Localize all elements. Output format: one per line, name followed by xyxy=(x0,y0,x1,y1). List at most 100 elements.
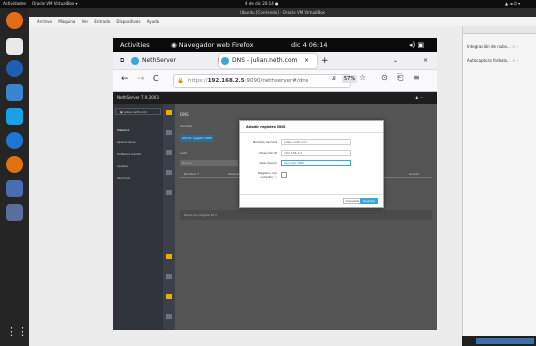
host-top-bar: Actividades Oracle VM VirtualBox ▾ 4 de … xyxy=(0,0,536,8)
sidebar-item-ajustes[interactable]: Ajustes xyxy=(113,164,163,168)
menu-ayuda[interactable]: Ayuda xyxy=(147,19,159,24)
vbox-menu-bar: Archivo Máquina Ver Entrada Dispositivos… xyxy=(29,17,536,26)
guest-top-bar: Activities ◉ Navegador web Firefox dic 4… xyxy=(113,38,437,52)
host-app-menu[interactable]: Oracle VM VirtualBox ▾ xyxy=(32,0,78,8)
host-dock: ⋮⋮ xyxy=(0,8,29,346)
ip-address-field[interactable]: 192.168.2.5 xyxy=(281,150,351,156)
close-window-icon[interactable]: × xyxy=(423,54,428,68)
user-menu-icon[interactable]: ♟ ··· xyxy=(415,92,424,104)
tab-nethserver[interactable]: NethServer × xyxy=(129,54,222,68)
network-icon[interactable] xyxy=(6,204,23,221)
page-title: DNS xyxy=(180,112,189,117)
software-icon[interactable] xyxy=(6,156,23,173)
dashboard-icon[interactable] xyxy=(166,110,172,115)
add-dns-record-button[interactable]: Añadir registro DNS xyxy=(180,135,214,142)
sidebar-item-software-center[interactable]: Software Center xyxy=(113,152,163,156)
guest-activities[interactable]: Activities xyxy=(120,38,150,52)
nethserver-icon-column xyxy=(163,104,175,330)
panel-item[interactable]: Autocaptura forbala... × › xyxy=(467,58,518,63)
panel-toolbar xyxy=(463,26,536,34)
divider xyxy=(240,132,383,133)
guest-clock[interactable]: dic 4 06:14 xyxy=(291,38,328,52)
hostname-field[interactable]: julian.neth.com xyxy=(281,139,351,145)
save-button[interactable]: Guardar xyxy=(360,198,379,204)
wildcard-label: Registro con comodín ⓘ xyxy=(258,171,277,179)
host-taskbar xyxy=(462,336,536,346)
firefox-tab-strip: ⧉ NethServer × DNS - julian.neth.com × +… xyxy=(113,52,437,70)
panel-item[interactable]: Integración de nubs... × › xyxy=(467,44,518,49)
vbox-title-bar: Ubuntu [Corriendo] - Oracle VM VirtualBo… xyxy=(29,8,536,17)
hamburger-menu-icon[interactable]: ≡ xyxy=(413,73,420,82)
firefox-small-icon: ◉ xyxy=(171,41,179,49)
menu-archivo[interactable]: Archivo xyxy=(37,19,52,24)
host-right-panel: Integración de nubs... × › Autocaptura f… xyxy=(462,26,536,346)
guest-tray[interactable]: ◂) ▣ xyxy=(409,38,424,52)
nethserver-favicon xyxy=(221,57,229,65)
settings-icon[interactable] xyxy=(166,314,172,319)
host-system-tray[interactable]: ▲ ◄ ⏻ ▾ xyxy=(505,0,520,8)
chevron-down-icon[interactable]: ⌄ xyxy=(393,54,398,68)
forward-icon[interactable]: → xyxy=(137,74,145,84)
backup-icon[interactable] xyxy=(166,274,172,279)
menu-ver[interactable]: Ver xyxy=(82,19,89,24)
back-icon[interactable]: ← xyxy=(121,74,129,84)
reload-icon[interactable]: C xyxy=(153,74,159,83)
close-icon[interactable]: × › xyxy=(512,58,518,63)
network-icon[interactable] xyxy=(166,150,172,155)
tab-dns[interactable]: DNS - julian.neth.com × xyxy=(219,54,317,68)
new-tab-button[interactable]: + xyxy=(319,54,329,68)
wildcard-checkbox[interactable] xyxy=(281,172,287,178)
lock-icon: 🔒 xyxy=(177,78,184,84)
chrome-icon[interactable] xyxy=(6,60,23,77)
extensions-icon[interactable]: ⎗ xyxy=(397,73,403,83)
divider xyxy=(240,194,383,195)
url-bar[interactable]: 🔒 https://192.168.2.5:9090/nethserver#/d… xyxy=(173,74,351,88)
menu-dispositivos[interactable]: Dispositivos xyxy=(116,19,140,24)
files-icon[interactable] xyxy=(6,38,23,55)
tab-close-icon[interactable]: × xyxy=(304,54,309,68)
host-clock[interactable]: 4 de dic 20:14 ● xyxy=(245,0,279,8)
nethserver-header: NethServer 7.9.2003 ♟ ··· xyxy=(113,92,437,104)
taskbar-status-icons[interactable] xyxy=(476,338,534,344)
table-pager[interactable]: Items por página 25 ▾ xyxy=(180,210,432,220)
app-grid-icon[interactable]: ⋮⋮ xyxy=(6,323,28,340)
hostname-label: Nombre de host xyxy=(252,140,277,144)
firefox-icon[interactable] xyxy=(6,12,23,29)
pocket-icon[interactable]: ⊙ xyxy=(381,73,388,82)
nethserver-sidebar: ▣ julian.neth.com Sistema Aplicaciones S… xyxy=(113,104,163,330)
users-icon[interactable] xyxy=(166,130,172,135)
close-icon[interactable]: × › xyxy=(512,44,518,49)
search-input[interactable]: Buscar xyxy=(180,160,238,166)
translate-icon[interactable]: Ꭿ xyxy=(332,76,336,82)
shield-icon[interactable] xyxy=(6,180,23,197)
description-field[interactable]: Servidor DNS xyxy=(281,160,351,166)
sidebar-item-sistema[interactable]: Sistema xyxy=(113,128,163,132)
menu-maquina[interactable]: Máquina xyxy=(58,19,75,24)
list-label: Lista xyxy=(180,151,188,155)
guest-app-menu[interactable]: ◉ Navegador web Firefox xyxy=(171,38,253,52)
host-selector[interactable]: ▣ julian.neth.com xyxy=(115,108,161,115)
certificates-icon[interactable] xyxy=(166,254,172,259)
zoom-badge[interactable]: 57% xyxy=(342,75,358,83)
col-name[interactable]: Nombre ↑ xyxy=(184,170,199,178)
menu-entrada[interactable]: Entrada xyxy=(94,19,110,24)
col-actions: Acción xyxy=(409,172,419,176)
storage-icon[interactable] xyxy=(166,190,172,195)
modal-title: Añadir registro DNS xyxy=(246,125,286,129)
section-label: Servidor xyxy=(180,124,193,128)
info-icon[interactable]: ⓘ xyxy=(274,175,277,179)
bookmark-star-icon[interactable]: ☆ xyxy=(359,73,366,82)
text-editor-icon[interactable] xyxy=(6,84,23,101)
logs-icon[interactable] xyxy=(166,294,172,299)
description-label: Descripción xyxy=(259,161,277,165)
firefox-nav-bar: ← → C 🔒 https://192.168.2.5:9090/nethser… xyxy=(113,70,437,92)
help-icon[interactable] xyxy=(6,132,23,149)
host-activities[interactable]: Actividades xyxy=(3,0,26,8)
ip-address-label: Dirección IP xyxy=(259,151,277,155)
sidebar-item-terminal[interactable]: Terminal xyxy=(113,176,163,180)
nethserver-favicon xyxy=(131,57,139,65)
add-dns-record-modal: Añadir registro DNS Nombre de host julia… xyxy=(239,120,384,208)
sidebar-item-aplicaciones[interactable]: Aplicaciones xyxy=(113,140,163,144)
services-icon[interactable] xyxy=(166,170,172,175)
virtualbox-icon[interactable] xyxy=(6,108,23,125)
